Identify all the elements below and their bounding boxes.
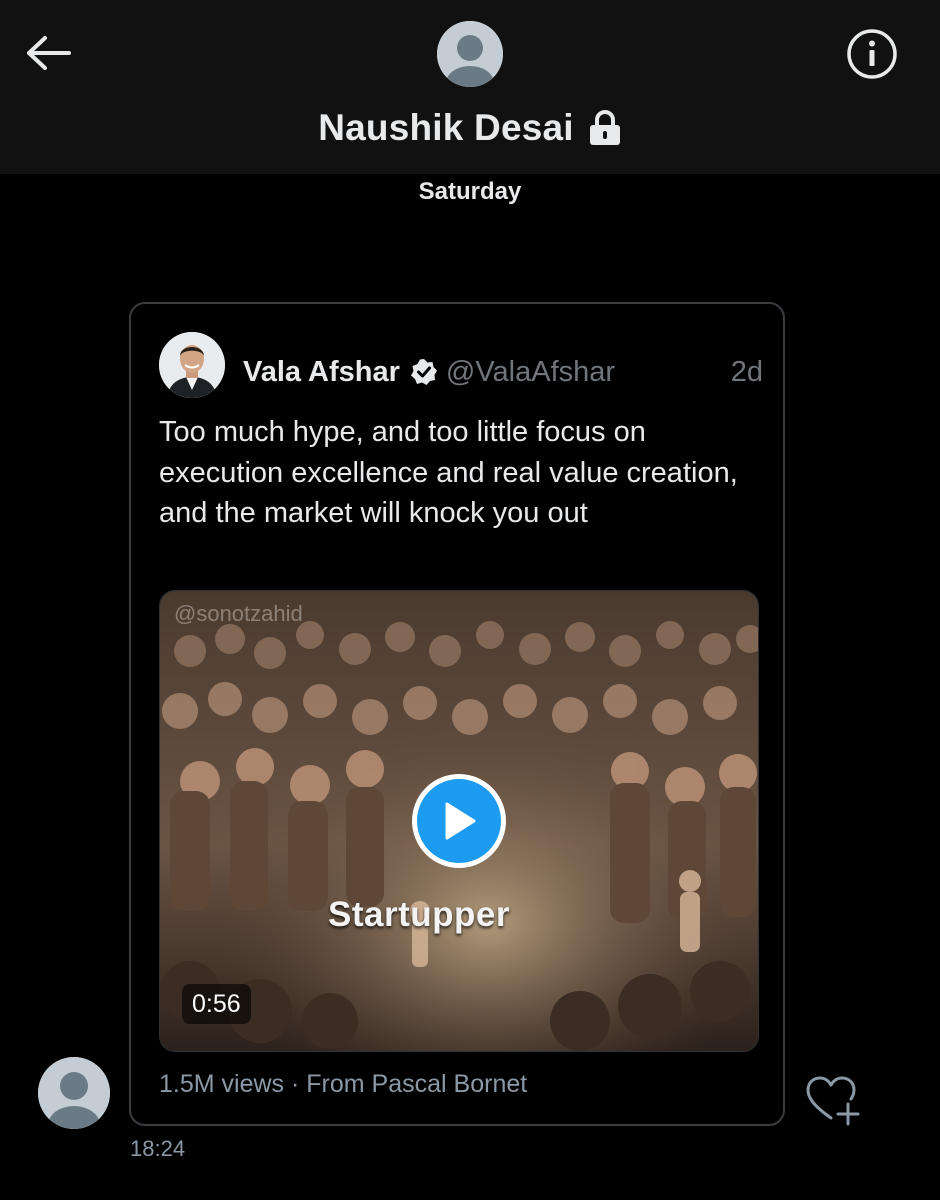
tweet-views: 1.5M views <box>159 1070 285 1098</box>
tweet-header: Vala Afshar @ValaAfshar 2d <box>243 352 763 392</box>
message-timestamp: 18:24 <box>130 1136 186 1161</box>
author-photo <box>159 332 225 398</box>
conversation-info-button[interactable] <box>844 26 900 82</box>
info-icon <box>847 29 897 79</box>
react-button[interactable] <box>804 1072 864 1128</box>
video-duration: 0:56 <box>182 984 251 1024</box>
lock-icon <box>589 110 620 145</box>
tweet-author-handle[interactable]: @ValaAfshar <box>446 356 615 389</box>
back-button[interactable] <box>24 30 74 76</box>
default-avatar-icon <box>38 1057 110 1129</box>
meta-separator: · <box>291 1070 300 1098</box>
tweet-source[interactable]: From Pascal Bornet <box>306 1070 527 1098</box>
video-caption: Startupper <box>328 895 510 934</box>
arrow-left-icon <box>27 36 71 70</box>
verified-badge-icon <box>410 358 438 386</box>
tweet-author-avatar[interactable] <box>159 332 225 398</box>
conversation-header: Naushik Desai <box>0 0 940 174</box>
play-button[interactable] <box>412 774 506 868</box>
day-separator: Saturday <box>418 178 522 205</box>
tweet-author-name[interactable]: Vala Afshar <box>243 356 400 389</box>
video-watermark: @sonotzahid <box>174 601 303 626</box>
tweet-time: 2d <box>730 355 763 388</box>
default-avatar-icon <box>437 21 503 87</box>
tweet-text: Too much hype, and too little focus on e… <box>159 416 738 529</box>
tweet-meta: 1.5M views · From Pascal Bornet <box>159 1070 527 1099</box>
shared-tweet-card[interactable]: Vala Afshar @ValaAfshar 2d Too much hype… <box>129 302 785 1126</box>
tweet-video[interactable]: @sonotzahid Startupper 0:56 <box>159 590 759 1052</box>
play-icon <box>445 802 476 840</box>
conversation-name: Naushik Desai <box>318 107 574 148</box>
sender-avatar[interactable] <box>38 1057 110 1129</box>
heart-plus-icon <box>806 1076 860 1126</box>
conversation-title[interactable]: Naushik Desai <box>0 107 940 149</box>
conversation-avatar[interactable] <box>437 21 503 87</box>
